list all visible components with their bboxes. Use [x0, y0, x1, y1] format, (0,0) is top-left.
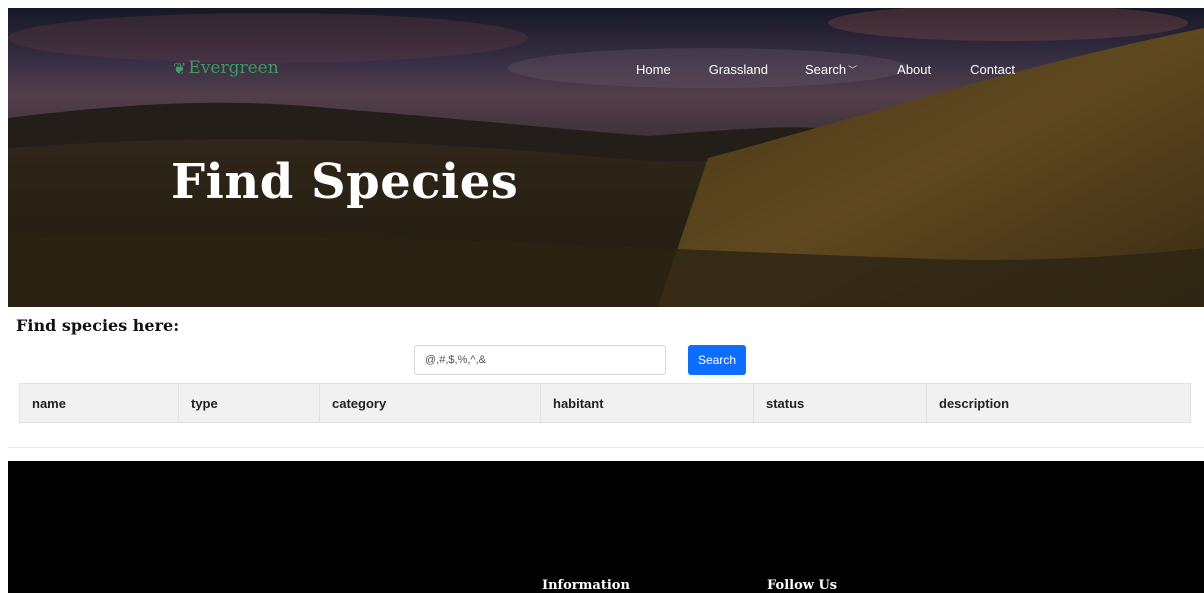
hero-banner: ❦ Evergreen Home Grassland Search ﹀ Abou… [8, 8, 1204, 307]
nav-home[interactable]: Home [636, 62, 671, 77]
brand-logo[interactable]: ❦ Evergreen [173, 58, 279, 78]
site-footer: Information Follow Us [8, 461, 1204, 593]
table-header-row: name type category habitant status descr… [19, 383, 1191, 423]
species-results-table: name type category habitant status descr… [19, 383, 1191, 423]
nav-about[interactable]: About [897, 62, 931, 77]
section-divider [8, 447, 1204, 448]
column-header-habitant[interactable]: habitant [540, 383, 754, 423]
column-header-description[interactable]: description [927, 384, 1191, 423]
column-header-name[interactable]: name [19, 383, 179, 423]
search-button[interactable]: Search [688, 345, 746, 375]
species-search-input[interactable] [414, 345, 666, 375]
column-header-status[interactable]: status [753, 383, 927, 423]
nav-contact[interactable]: Contact [970, 62, 1015, 77]
nav-grassland[interactable]: Grassland [709, 62, 768, 77]
footer-heading-information: Information [542, 578, 630, 593]
main-nav: Home Grassland Search ﹀ About Contact [636, 62, 1015, 77]
leaf-icon: ❦ [173, 58, 187, 78]
page-title: Find Species [171, 154, 519, 210]
chevron-down-icon: ﹀ [848, 65, 858, 75]
nav-search-dropdown[interactable]: Search ﹀ [805, 62, 857, 77]
footer-heading-follow-us: Follow Us [767, 578, 838, 593]
search-section-heading: Find species here: [16, 316, 180, 335]
column-header-category[interactable]: category [319, 383, 541, 423]
nav-search-label: Search [804, 62, 847, 77]
column-header-type[interactable]: type [178, 383, 320, 423]
brand-name: Evergreen [188, 58, 279, 78]
